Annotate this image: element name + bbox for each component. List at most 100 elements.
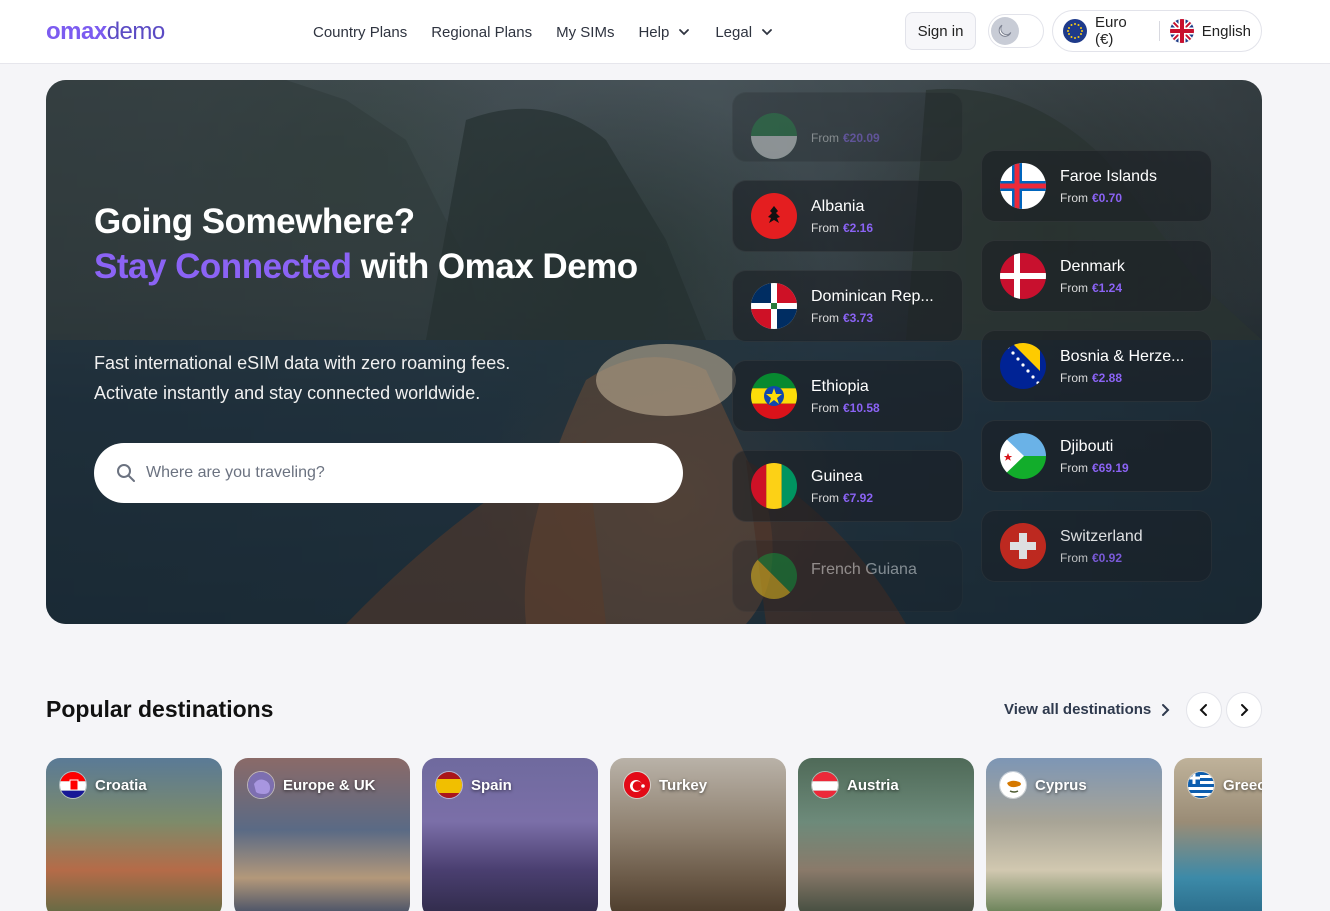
bosnia-herzegovina-flag-icon [1000, 343, 1046, 389]
nav-help-dropdown[interactable]: Help [638, 24, 691, 41]
chevron-down-icon [679, 29, 690, 36]
turkey-flag-icon [623, 771, 651, 799]
destination-name: Europe & UK [283, 777, 376, 794]
dominican-republic-flag-icon [751, 283, 797, 329]
country-card-bosnia-herzegovina[interactable]: Bosnia & Herze... From €2.88 [981, 330, 1212, 402]
nav-my-sims-label: My SIMs [556, 23, 615, 41]
price-row: From €2.88 [1060, 371, 1185, 385]
nav-my-sims[interactable]: My SIMs [556, 24, 614, 41]
country-card-djibouti[interactable]: Djibouti From €69.19 [981, 420, 1212, 492]
nav-country-plans[interactable]: Country Plans [313, 24, 407, 41]
price-row: From €0.92 [1060, 551, 1143, 565]
country-card-guinea[interactable]: Guinea From €7.92 [732, 450, 963, 522]
hero-title-rest: with Omax Demo [351, 247, 638, 286]
guinea-flag-icon [751, 463, 797, 509]
nav-regional-plans[interactable]: Regional Plans [431, 24, 532, 41]
eu-flag-icon [1063, 19, 1087, 43]
search-placeholder: Where are you traveling? [146, 464, 325, 481]
from-label: From [811, 490, 839, 505]
country-card-faroe-islands[interactable]: Faroe Islands From €0.70 [981, 150, 1212, 222]
country-name: Djibouti [1060, 437, 1114, 455]
destination-card-croatia[interactable]: Croatia [46, 758, 222, 911]
chevron-down-icon [762, 29, 772, 36]
chevron-right-icon [1162, 703, 1170, 716]
price: €0.92 [1092, 550, 1123, 565]
country-name: Switzerland [1060, 527, 1143, 545]
main-nav: Country Plans Regional Plans My SIMs Hel… [313, 0, 774, 64]
country-card-info: Bosnia & Herze... From €2.88 [1060, 348, 1185, 385]
destination-card-greece[interactable]: Greece [1174, 758, 1262, 911]
country-name: Ethiopia [811, 377, 869, 395]
from-label: From [1060, 370, 1088, 385]
country-card-switzerland[interactable]: Switzerland From €0.92 [981, 510, 1212, 582]
hero-subtitle-line2: Activate instantly and stay connected wo… [94, 383, 481, 403]
price-row: From €3.73 [811, 311, 934, 325]
country-card-dominican-republic[interactable]: Dominican Rep... From €3.73 [732, 270, 963, 342]
croatia-flag-icon [59, 771, 87, 799]
albania-flag-icon [751, 193, 797, 239]
from-label: From [1060, 550, 1088, 565]
nav-legal-label: Legal [715, 23, 753, 41]
price: €2.16 [843, 220, 874, 235]
price: €69.19 [1092, 460, 1129, 475]
hero-banner: Going Somewhere? Stay Connected with Oma… [46, 80, 1262, 624]
logo[interactable]: omaxdemo [46, 18, 165, 46]
carousel-next-button[interactable] [1226, 692, 1262, 728]
price-row: From €0.70 [1060, 191, 1157, 205]
price: €3.73 [843, 310, 874, 325]
destination-card-turkey[interactable]: Turkey [610, 758, 786, 911]
destination-name: Turkey [659, 777, 708, 794]
price-row: From €69.19 [1060, 461, 1129, 475]
country-card-albania[interactable]: Albania From €2.16 [732, 180, 963, 252]
country-card-denmark[interactable]: Denmark From €1.24 [981, 240, 1212, 312]
country-name: Albania [811, 197, 865, 215]
country-card-info: Denmark From €1.24 [1060, 258, 1125, 295]
price-row: From €10.58 [811, 401, 880, 415]
view-all-label: View all destinations [1004, 701, 1152, 718]
country-card-ethiopia[interactable]: Ethiopia From €10.58 [732, 360, 963, 432]
country-card-info: Guinea From €7.92 [811, 468, 873, 505]
destination-name: Cyprus [1035, 777, 1087, 794]
hero-title-accent: Stay Connected [94, 247, 352, 286]
price-row: From €20.09 [811, 131, 880, 145]
country-name: Denmark [1060, 257, 1125, 275]
country-flag-icon [751, 113, 797, 159]
price-row: From €2.16 [811, 221, 873, 235]
hero-subtitle: Fast international eSIM data with zero r… [94, 348, 510, 408]
price: €20.09 [843, 131, 880, 145]
uk-flag-icon [1169, 19, 1194, 43]
country-card-info: Switzerland From €0.92 [1060, 528, 1143, 565]
destination-card-europe-uk[interactable]: Europe & UK [234, 758, 410, 911]
price: €0.70 [1092, 190, 1123, 205]
carousel-prev-button[interactable] [1186, 692, 1222, 728]
denmark-flag-icon [1000, 253, 1046, 299]
theme-toggle[interactable] [988, 14, 1044, 48]
country-name: French Guiana [811, 561, 917, 578]
sign-in-button[interactable]: Sign in [905, 12, 976, 50]
nav-legal-dropdown[interactable]: Legal [715, 24, 774, 41]
from-label: From [811, 400, 839, 415]
destination-card-austria[interactable]: Austria [798, 758, 974, 911]
greece-flag-icon [1187, 771, 1215, 799]
destination-search-input[interactable]: Where are you traveling? [94, 443, 683, 503]
divider [1158, 21, 1160, 41]
locale-selector[interactable]: Euro (€) English [1052, 10, 1262, 52]
destination-card-spain[interactable]: Spain [422, 758, 598, 911]
price: €2.88 [1092, 370, 1123, 385]
austria-flag-icon [811, 771, 839, 799]
view-all-destinations-link[interactable]: View all destinations [1004, 701, 1171, 718]
spain-flag-icon [435, 771, 463, 799]
destination-name: Greece [1223, 777, 1262, 794]
cyprus-flag-icon [999, 771, 1027, 799]
destinations-carousel: Croatia Europe & UK Spain Turkey Austria… [0, 740, 1262, 911]
country-card[interactable]: From €20.09 [732, 92, 963, 162]
country-card-info: Albania From €2.16 [811, 198, 873, 235]
from-label: From [811, 131, 839, 145]
hero-title-line2: Stay Connected with Omax Demo [94, 247, 638, 287]
country-card-french-guiana[interactable]: French Guiana [732, 540, 963, 612]
price: €7.92 [843, 490, 874, 505]
globe-icon [247, 771, 275, 799]
country-name: Faroe Islands [1060, 167, 1157, 185]
destination-card-cyprus[interactable]: Cyprus [986, 758, 1162, 911]
chevron-right-icon [1241, 704, 1249, 716]
